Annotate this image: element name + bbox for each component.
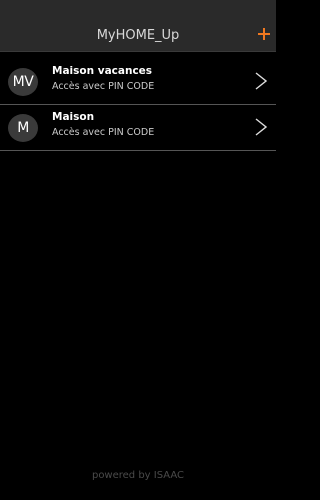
home-list-item[interactable]: MV Maison vacances Accès avec PIN CODE: [0, 59, 276, 105]
chevron-right-icon[interactable]: [255, 72, 267, 90]
app-screen: MyHOME_Up MV Maison vacances Accès avec …: [0, 0, 276, 500]
add-home-button[interactable]: [254, 24, 274, 44]
header-bar: MyHOME_Up: [0, 0, 276, 52]
home-name: Maison: [52, 111, 95, 123]
chevron-right-icon[interactable]: [255, 118, 267, 136]
footer-powered-by: powered by ISAAC: [91, 470, 185, 481]
home-avatar: MV: [8, 68, 38, 96]
home-avatar: M: [8, 114, 38, 142]
home-name: Maison vacances: [52, 65, 153, 77]
home-list-item[interactable]: M Maison Accès avec PIN CODE: [0, 105, 276, 151]
home-list: MV Maison vacances Accès avec PIN CODE M…: [0, 59, 276, 151]
home-access-subtitle: Accès avec PIN CODE: [52, 127, 155, 138]
app-title: MyHOME_Up: [96, 28, 180, 43]
home-access-subtitle: Accès avec PIN CODE: [52, 81, 155, 92]
